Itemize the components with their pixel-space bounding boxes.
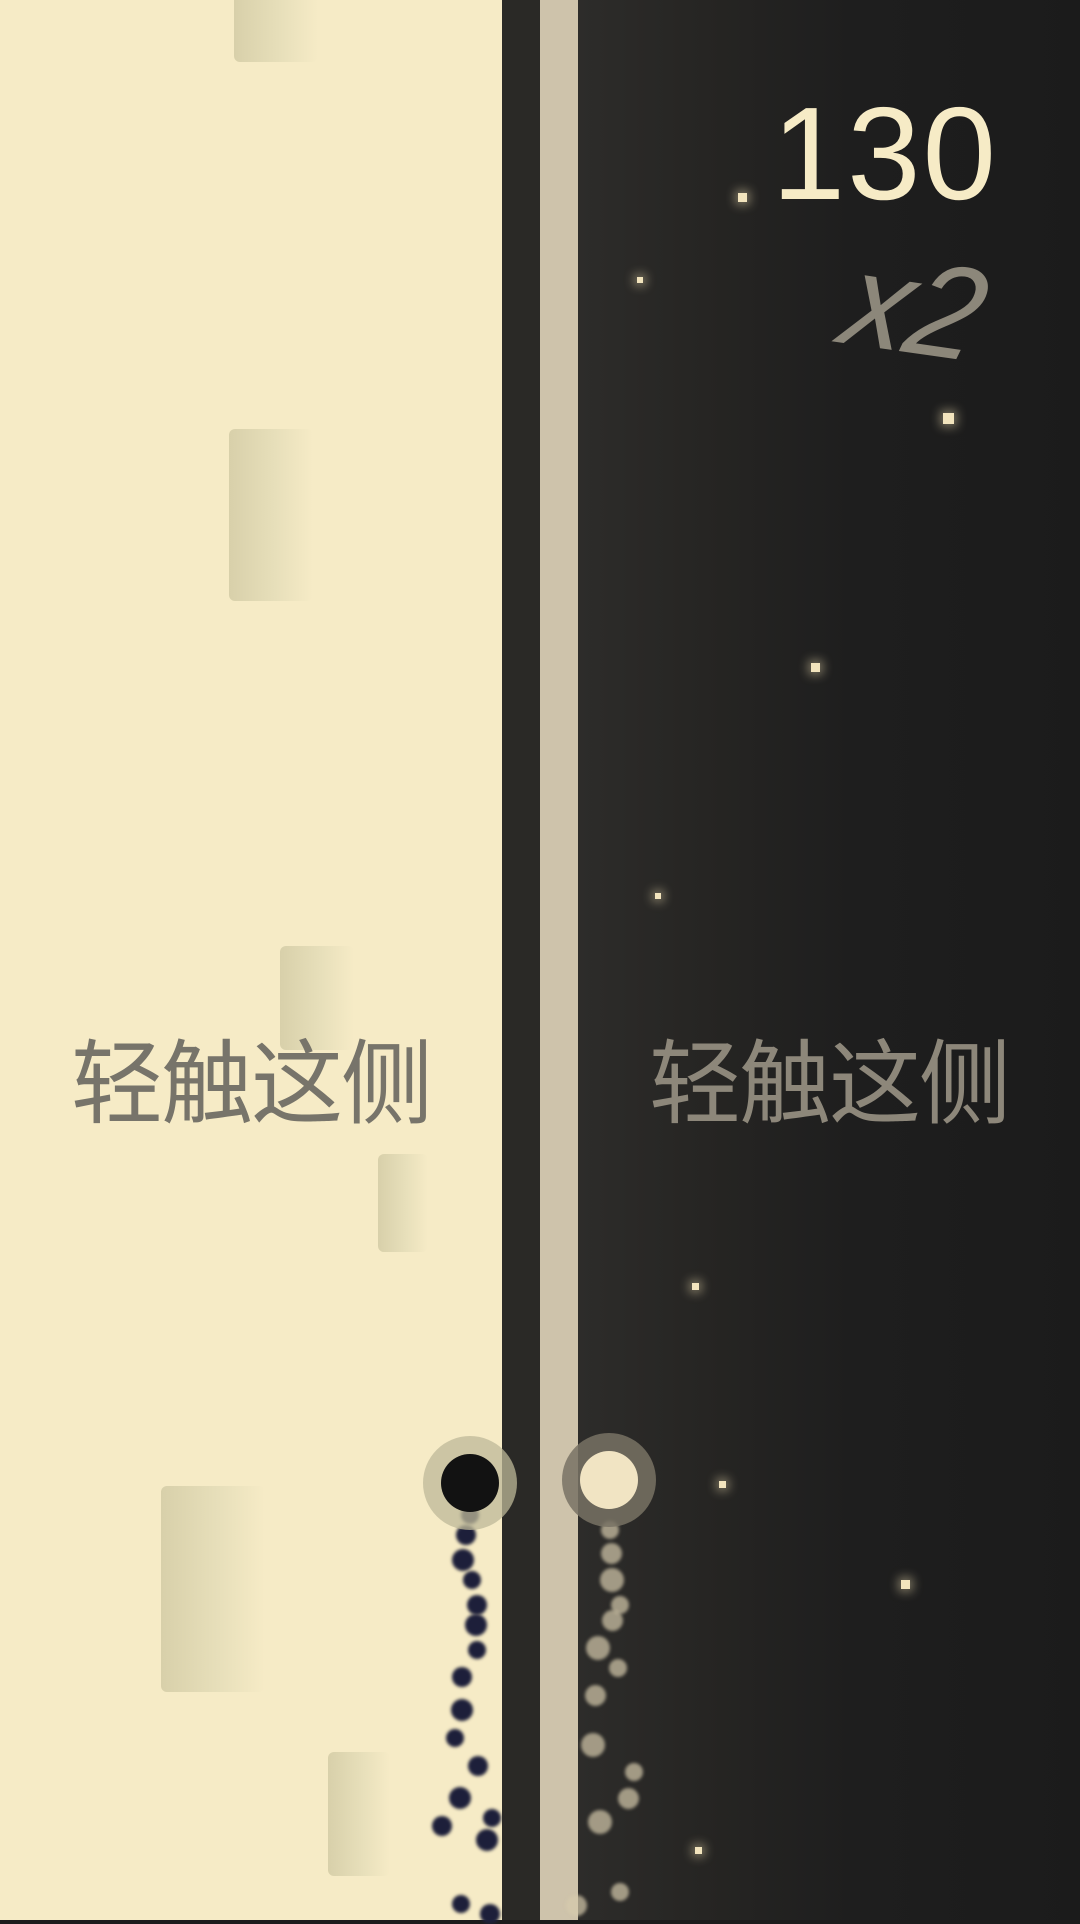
center-divider [502,0,540,1920]
score-display: 130 [771,80,998,227]
obstacle-block [378,1154,428,1252]
trail-dot [483,1809,501,1827]
trail-dot [446,1729,464,1747]
left-play-area[interactable] [0,0,502,1920]
trail-dot [625,1763,643,1781]
trail-dot [449,1787,471,1809]
sparkle-star [901,1580,910,1589]
trail-dot [467,1595,487,1615]
trail-dot [465,1614,487,1636]
trail-dot [468,1756,488,1776]
obstacle-block [161,1486,265,1692]
sparkle-star [692,1283,699,1290]
tap-hint-right: 轻触这侧 [648,1031,1011,1138]
trail-dot [432,1816,452,1836]
sparkle-star [637,277,643,283]
obstacle-block [328,1752,390,1876]
trail-dot [611,1883,629,1901]
trail-dot [452,1895,470,1913]
sparkle-star [719,1481,726,1488]
sparkle-star [655,893,661,899]
center-lane [540,0,578,1920]
trail-dot [452,1667,472,1687]
trail-dot [600,1542,622,1564]
obstacle-block [234,0,318,62]
trail-dot [480,1904,500,1924]
trail-dot [451,1699,473,1721]
trail-dot [609,1659,627,1677]
trail-dot [468,1641,486,1659]
trail-dot [581,1733,605,1757]
sparkle-star [738,193,747,202]
obstacle-block [229,429,313,601]
sparkle-star [943,413,954,424]
trail-dot [584,1684,606,1706]
trail-dot [463,1571,481,1589]
trail-dot [617,1787,639,1809]
trail-dot [565,1894,587,1916]
sparkle-star [695,1847,702,1854]
light-ball [580,1451,638,1509]
trail-dot [452,1549,474,1571]
trail-dot [476,1829,498,1851]
dark-ball [441,1454,499,1512]
right-play-area[interactable] [578,0,1080,1920]
tap-hint-left: 轻触这侧 [70,1031,433,1138]
trail-dot [588,1810,612,1834]
trail-dot [601,1609,623,1631]
trail-dot [586,1636,610,1660]
trail-dot [600,1568,624,1592]
sparkle-star [811,663,820,672]
